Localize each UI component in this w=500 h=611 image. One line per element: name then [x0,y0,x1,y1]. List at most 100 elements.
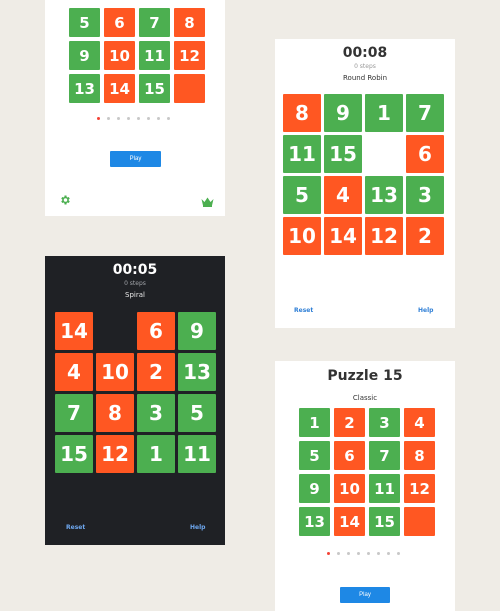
puzzle-tile[interactable]: 13 [299,507,330,536]
reset-link[interactable]: Reset [294,307,313,314]
puzzle-tile[interactable]: 6 [334,441,365,470]
page-dot[interactable] [157,117,160,120]
puzzle-tile[interactable]: 15 [369,507,400,536]
page-dot[interactable] [337,552,340,555]
page-indicator [97,117,170,120]
puzzle-tile[interactable]: 6 [137,312,175,350]
page-dot[interactable] [137,117,140,120]
step-counter: 0 steps [124,280,146,287]
crown-icon[interactable] [201,192,214,211]
puzzle-board: 5 6 7 8 9 10 11 12 13 14 15 [69,8,205,103]
timer: 00:08 [342,45,388,61]
puzzle-tile[interactable]: 13 [69,74,100,103]
page-title: Puzzle 15 [327,368,403,384]
puzzle-tile-empty[interactable] [174,74,205,103]
puzzle-tile-empty[interactable] [404,507,435,536]
puzzle-tile[interactable]: 5 [299,441,330,470]
puzzle-tile[interactable]: 7 [139,8,170,37]
puzzle-tile[interactable]: 1 [365,94,403,132]
spiral-card: 00:05 0 steps Spiral 14 6 9 4 10 2 13 7 8 3 5 15 12 1… [45,256,225,545]
puzzle-tile[interactable]: 3 [137,394,175,432]
step-counter: 0 steps [354,63,376,70]
puzzle-tile[interactable]: 11 [178,435,216,473]
page-dot[interactable] [117,117,120,120]
puzzle-tile[interactable]: 3 [406,176,444,214]
puzzle-tile[interactable]: 9 [178,312,216,350]
help-link[interactable]: Help [418,307,433,314]
page-dot[interactable] [107,117,110,120]
page-dot[interactable] [357,552,360,555]
puzzle-tile[interactable]: 6 [406,135,444,173]
reset-link[interactable]: Reset [66,524,85,531]
puzzle-tile[interactable]: 7 [406,94,444,132]
page-dot[interactable] [367,552,370,555]
puzzle-tile[interactable]: 13 [365,176,403,214]
puzzle-tile[interactable]: 2 [137,353,175,391]
page-dot[interactable] [397,552,400,555]
puzzle-tile[interactable]: 15 [324,135,362,173]
puzzle-tile[interactable]: 7 [55,394,93,432]
puzzle-tile[interactable]: 2 [406,217,444,255]
puzzle-tile[interactable]: 4 [324,176,362,214]
puzzle-tile[interactable]: 8 [404,441,435,470]
puzzle-tile[interactable]: 12 [96,435,134,473]
help-link[interactable]: Help [190,524,205,531]
puzzle-tile[interactable]: 14 [55,312,93,350]
puzzle-tile[interactable]: 9 [324,94,362,132]
page-dot[interactable] [327,552,330,555]
timer: 00:05 [112,262,158,278]
puzzle-tile[interactable]: 7 [369,441,400,470]
puzzle-board: 8 9 1 7 11 15 6 5 4 13 3 10 14 12 2 [283,94,444,255]
puzzle-tile[interactable]: 8 [283,94,321,132]
puzzle-tile[interactable]: 9 [69,41,100,70]
puzzle-tile[interactable]: 15 [55,435,93,473]
puzzle-tile[interactable]: 11 [369,474,400,503]
page-dot[interactable] [97,117,100,120]
puzzle-tile[interactable]: 1 [137,435,175,473]
puzzle-tile[interactable]: 13 [178,353,216,391]
puzzle-tile[interactable]: 8 [174,8,205,37]
page-dot[interactable] [167,117,170,120]
puzzle-tile[interactable]: 10 [104,41,135,70]
puzzle-tile[interactable]: 15 [139,74,170,103]
puzzle-tile[interactable]: 12 [174,41,205,70]
page-dot[interactable] [127,117,130,120]
puzzle-tile[interactable]: 10 [283,217,321,255]
puzzle-board: 14 6 9 4 10 2 13 7 8 3 5 15 12 1 11 [55,312,216,473]
puzzle-tile[interactable]: 11 [139,41,170,70]
puzzle-tile[interactable]: 12 [404,474,435,503]
puzzle-board: 1 2 3 4 5 6 7 8 9 10 11 12 13 14 15 [299,408,435,536]
puzzle-tile[interactable]: 2 [334,408,365,437]
puzzle-tile[interactable]: 8 [96,394,134,432]
puzzle-tile[interactable]: 1 [299,408,330,437]
mode-label: Round Robin [342,74,388,82]
puzzle-tile[interactable]: 5 [69,8,100,37]
puzzle-tile[interactable]: 14 [324,217,362,255]
puzzle-tile[interactable]: 4 [404,408,435,437]
puzzle-tile[interactable]: 5 [283,176,321,214]
gear-icon[interactable] [59,191,71,210]
play-button[interactable]: Play [340,587,390,603]
page-dot[interactable] [347,552,350,555]
round-robin-card: 00:08 0 steps Round Robin 8 9 1 7 11 15 6 5 4 13 3… [275,39,455,328]
classic-card-bottom: Puzzle 15 Classic 1 2 3 4 5 6 7 8 9 10 11 12 13 14 15 … [275,361,455,611]
puzzle-tile[interactable]: 4 [55,353,93,391]
puzzle-tile[interactable]: 12 [365,217,403,255]
page-dot[interactable] [147,117,150,120]
mode-label: Spiral [125,291,145,299]
puzzle-tile[interactable]: 14 [334,507,365,536]
page-dot[interactable] [377,552,380,555]
puzzle-tile-empty[interactable] [365,135,403,173]
puzzle-tile[interactable]: 10 [334,474,365,503]
puzzle-tile[interactable]: 10 [96,353,134,391]
puzzle-tile[interactable]: 9 [299,474,330,503]
puzzle-tile-empty[interactable] [96,312,134,350]
puzzle-tile[interactable]: 6 [104,8,135,37]
page-dot[interactable] [387,552,390,555]
puzzle-tile[interactable]: 14 [104,74,135,103]
puzzle-tile[interactable]: 5 [178,394,216,432]
puzzle-tile[interactable]: 3 [369,408,400,437]
puzzle-tile[interactable]: 11 [283,135,321,173]
page-indicator [327,552,400,555]
play-button[interactable]: Play [110,151,161,167]
